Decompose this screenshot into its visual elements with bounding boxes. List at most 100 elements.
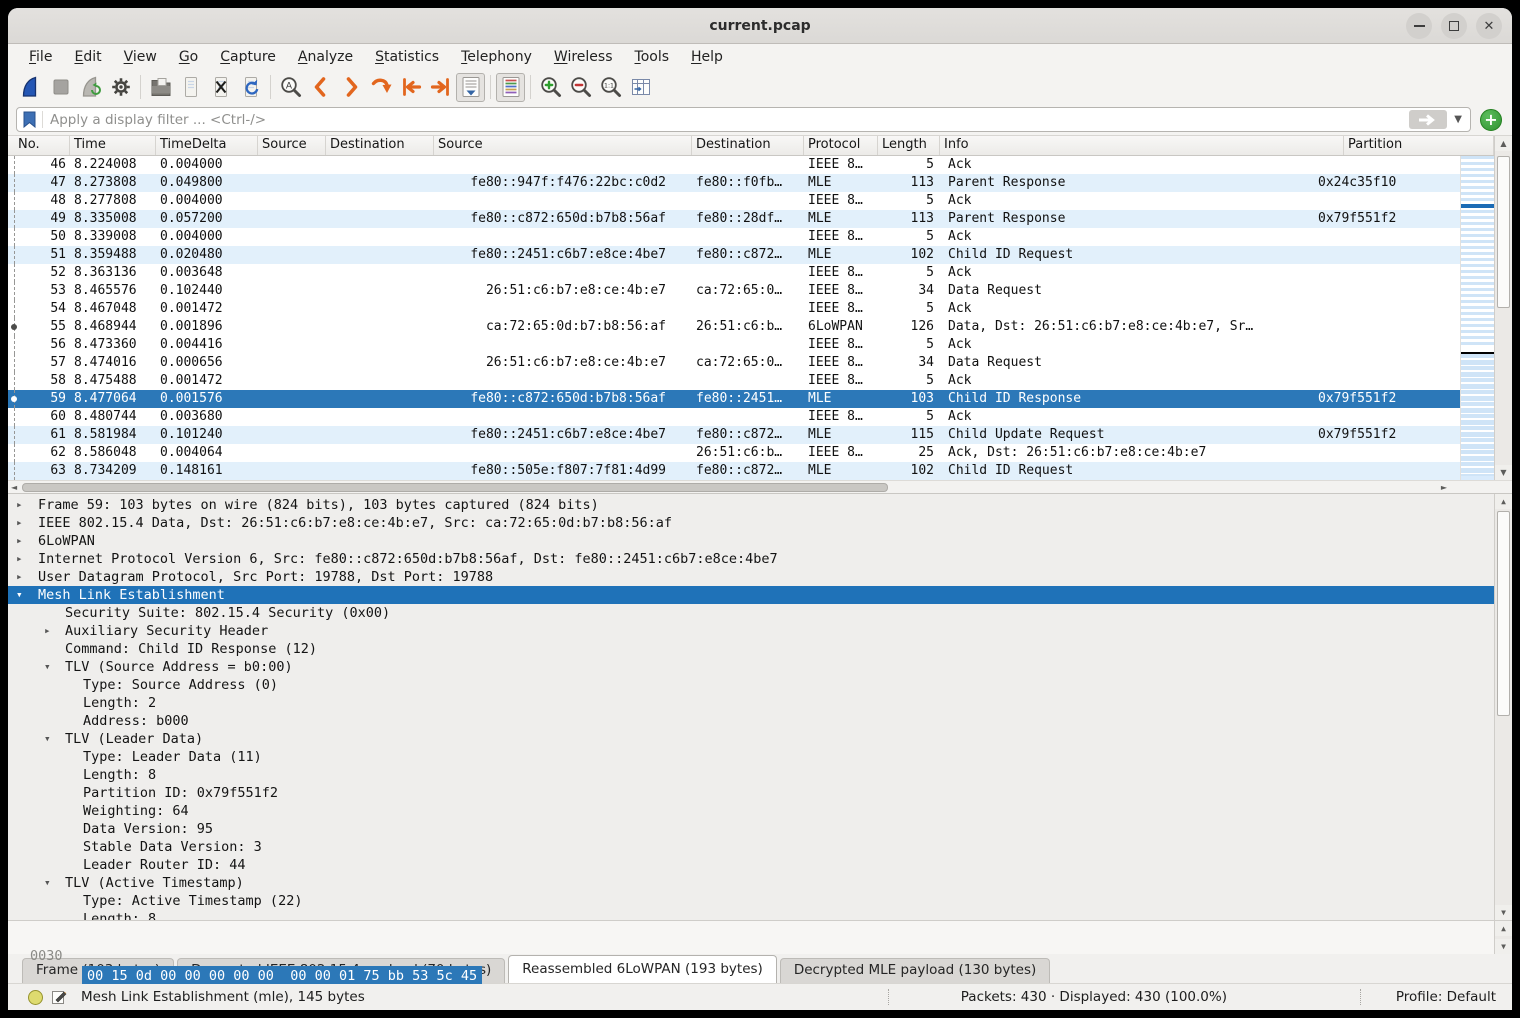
packet-row[interactable]: 598.4770640.001576fe80::c872:650d:b7b8:5… xyxy=(8,390,1460,408)
detail-row[interactable]: Partition ID: 0x79f551f2 xyxy=(8,784,1494,802)
scroll-down-icon[interactable]: ▼ xyxy=(1495,465,1512,480)
chevron-right-icon[interactable]: ▸ xyxy=(16,514,23,532)
detail-row[interactable]: ▾Mesh Link Establishment xyxy=(8,586,1494,604)
detail-row[interactable]: Command: Child ID Response (12) xyxy=(8,640,1494,658)
detail-row[interactable]: Type: Leader Data (11) xyxy=(8,748,1494,766)
chevron-down-icon[interactable]: ▾ xyxy=(44,730,51,748)
packet-list-hscrollbar[interactable]: ◄ ► xyxy=(8,480,1512,494)
menu-item-capture[interactable]: Capture xyxy=(209,47,287,67)
go-last-packet-button[interactable] xyxy=(426,73,455,102)
chevron-right-icon[interactable]: ▸ xyxy=(16,568,23,586)
minimize-button[interactable] xyxy=(1406,13,1432,39)
packet-row[interactable]: 478.2738080.049800fe80::947f:f476:22bc:c… xyxy=(8,174,1460,192)
scroll-up-icon[interactable]: ▲ xyxy=(1495,494,1512,509)
detail-row[interactable]: Length: 2 xyxy=(8,694,1494,712)
apply-filter-button[interactable] xyxy=(1409,110,1447,129)
detail-row[interactable]: ▸Frame 59: 103 bytes on wire (824 bits),… xyxy=(8,496,1494,514)
find-packet-button[interactable]: A xyxy=(276,73,305,102)
packet-row[interactable]: 468.2240080.004000IEEE 8…5Ack xyxy=(8,156,1460,174)
reload-file-button[interactable] xyxy=(236,73,265,102)
zoom-original-button[interactable]: 1:1 xyxy=(596,73,625,102)
chevron-right-icon[interactable]: ▸ xyxy=(16,532,23,550)
details-scrollbar[interactable]: ▲ ▼ xyxy=(1494,494,1512,920)
packet-row[interactable]: 548.4670480.001472IEEE 8…5Ack xyxy=(8,300,1460,318)
go-first-packet-button[interactable] xyxy=(396,73,425,102)
chevron-down-icon[interactable]: ▾ xyxy=(44,658,51,676)
menu-item-telephony[interactable]: Telephony xyxy=(450,47,543,67)
detail-row[interactable]: Security Suite: 802.15.4 Security (0x00) xyxy=(8,604,1494,622)
detail-row[interactable]: ▸Auxiliary Security Header xyxy=(8,622,1494,640)
bytes-scrollbar[interactable]: ▲ ▼ xyxy=(1494,921,1512,954)
menu-item-file[interactable]: File xyxy=(18,47,63,67)
detail-row[interactable]: ▸IEEE 802.15.4 Data, Dst: 26:51:c6:b7:e8… xyxy=(8,514,1494,532)
detail-row[interactable]: Type: Active Timestamp (22) xyxy=(8,892,1494,910)
scroll-right-icon[interactable]: ► xyxy=(1438,481,1450,493)
go-back-button[interactable] xyxy=(306,73,335,102)
resize-columns-button[interactable] xyxy=(626,73,655,102)
bookmark-icon[interactable] xyxy=(23,111,36,128)
chevron-right-icon[interactable]: ▸ xyxy=(44,622,51,640)
capture-options-button[interactable] xyxy=(106,73,135,102)
detail-row[interactable]: Leader Router ID: 44 xyxy=(8,856,1494,874)
zoom-in-button[interactable] xyxy=(536,73,565,102)
colorize-packets-button[interactable] xyxy=(496,73,525,102)
display-filter-input[interactable]: Apply a display filter ... <Ctrl-/> ▼ xyxy=(16,107,1471,132)
packet-row[interactable]: 628.5860480.00406426:51:c6:b…IEEE 8…25Ac… xyxy=(8,444,1460,462)
menu-item-view[interactable]: View xyxy=(113,47,168,67)
scroll-left-icon[interactable]: ◄ xyxy=(8,481,20,493)
column-header-no[interactable]: No. xyxy=(8,136,70,155)
save-file-button[interactable] xyxy=(176,73,205,102)
scroll-up-icon[interactable]: ▲ xyxy=(1495,136,1512,151)
chevron-right-icon[interactable]: ▸ xyxy=(16,550,23,568)
detail-row[interactable]: ▾TLV (Leader Data) xyxy=(8,730,1494,748)
byte-view-tab[interactable]: Reassembled 6LoWPAN (193 bytes) xyxy=(508,955,777,983)
menu-item-statistics[interactable]: Statistics xyxy=(364,47,450,67)
close-button[interactable]: ✕ xyxy=(1476,13,1502,39)
detail-row[interactable]: ▸User Datagram Protocol, Src Port: 19788… xyxy=(8,568,1494,586)
menu-item-help[interactable]: Help xyxy=(680,47,734,67)
restart-capture-button[interactable] xyxy=(76,73,105,102)
hscrollbar-thumb[interactable] xyxy=(22,483,888,492)
column-header-src1[interactable]: Source xyxy=(258,136,326,155)
column-header-len[interactable]: Length xyxy=(878,136,940,155)
hex-bytes-selected[interactable]: 00 15 0d 00 00 00 00 00 00 00 01 75 bb 5… xyxy=(82,966,482,986)
menu-item-wireless[interactable]: Wireless xyxy=(543,47,624,67)
auto-scroll-button[interactable] xyxy=(456,73,485,102)
packet-minimap[interactable] xyxy=(1460,156,1494,480)
packet-row[interactable]: 488.2778080.004000IEEE 8…5Ack xyxy=(8,192,1460,210)
column-header-dst1[interactable]: Destination xyxy=(326,136,434,155)
column-header-info[interactable]: Info xyxy=(940,136,1344,155)
detail-row[interactable]: Data Version: 95 xyxy=(8,820,1494,838)
detail-row[interactable]: Length: 8 xyxy=(8,766,1494,784)
scroll-up-icon[interactable]: ▲ xyxy=(1495,921,1512,936)
scrollbar-thumb[interactable] xyxy=(1497,511,1510,716)
zoom-out-button[interactable] xyxy=(566,73,595,102)
open-file-button[interactable] xyxy=(146,73,175,102)
column-header-proto[interactable]: Protocol xyxy=(804,136,878,155)
filter-dropdown-caret[interactable]: ▼ xyxy=(1454,114,1462,125)
go-forward-button[interactable] xyxy=(336,73,365,102)
packet-list-scrollbar[interactable]: ▲ ▼ xyxy=(1494,136,1512,480)
menu-item-go[interactable]: Go xyxy=(168,47,209,67)
add-filter-button[interactable]: + xyxy=(1480,109,1502,131)
packet-row[interactable]: 568.4733600.004416IEEE 8…5Ack xyxy=(8,336,1460,354)
packet-row[interactable]: 518.3594880.020480fe80::2451:c6b7:e8ce:4… xyxy=(8,246,1460,264)
packet-row[interactable]: 618.5819840.101240fe80::2451:c6b7:e8ce:4… xyxy=(8,426,1460,444)
packet-row[interactable]: 588.4754880.001472IEEE 8…5Ack xyxy=(8,372,1460,390)
scroll-down-icon[interactable]: ▼ xyxy=(1495,905,1512,920)
maximize-button[interactable] xyxy=(1441,13,1467,39)
menu-item-analyze[interactable]: Analyze xyxy=(287,47,364,67)
hex-row[interactable]: 0030 00 15 0d 00 00 00 00 00 00 00 01 75… xyxy=(8,926,57,946)
packet-row[interactable]: 528.3631360.003648IEEE 8…5Ack xyxy=(8,264,1460,282)
status-profile[interactable]: Profile: Default xyxy=(1396,989,1496,1005)
detail-row[interactable]: Type: Source Address (0) xyxy=(8,676,1494,694)
packet-row[interactable]: 638.7342090.148161fe80::505e:f807:7f81:4… xyxy=(8,462,1460,480)
scrollbar-thumb[interactable] xyxy=(1497,156,1510,308)
detail-row[interactable]: Weighting: 64 xyxy=(8,802,1494,820)
chevron-right-icon[interactable]: ▸ xyxy=(16,496,23,514)
menu-item-tools[interactable]: Tools xyxy=(624,47,681,67)
detail-row[interactable]: Length: 8 xyxy=(8,910,1494,920)
wireshark-start-capture-button[interactable] xyxy=(16,73,45,102)
capture-comment-icon[interactable] xyxy=(51,989,67,1005)
packet-row[interactable]: 498.3350080.057200fe80::c872:650d:b7b8:5… xyxy=(8,210,1460,228)
